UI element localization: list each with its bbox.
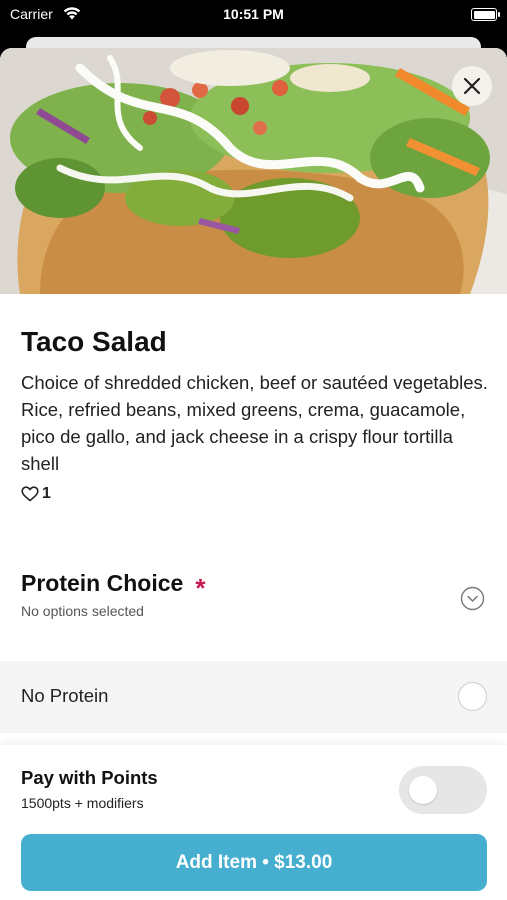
toggle-knob: [409, 776, 437, 804]
required-marker: *: [195, 572, 206, 603]
protein-choice-subtitle: No options selected: [21, 603, 144, 619]
chevron-down-circle-icon[interactable]: [460, 586, 485, 611]
status-time: 10:51 PM: [223, 6, 284, 22]
order-footer: Pay with Points 1500pts + modifiers Add …: [0, 745, 507, 900]
option-label: No Protein: [21, 685, 109, 706]
battery-icon: [471, 8, 500, 21]
pay-with-points-subtitle: 1500pts + modifiers: [21, 795, 144, 811]
status-bar: Carrier 10:51 PM: [0, 0, 507, 30]
likes-button[interactable]: 1: [21, 485, 51, 503]
taco-salad-photo: [0, 48, 507, 294]
item-description: Choice of shredded chicken, beef or saut…: [21, 372, 488, 474]
close-button[interactable]: [452, 66, 492, 106]
add-item-button[interactable]: Add Item • $13.00: [21, 834, 487, 891]
item-title: Taco Salad: [21, 326, 167, 357]
heart-icon: [21, 486, 39, 502]
close-icon: [463, 77, 481, 95]
protein-choice-header[interactable]: Protein Choice * No options selected: [21, 570, 487, 626]
pay-with-points-title: Pay with Points: [21, 767, 158, 788]
option-row-no-protein[interactable]: No Protein: [0, 661, 507, 733]
protein-choice-title: Protein Choice: [21, 570, 184, 596]
likes-count: 1: [42, 485, 51, 502]
option-radio[interactable]: [458, 682, 487, 711]
pay-with-points-toggle[interactable]: [399, 766, 487, 814]
item-detail-sheet: Taco Salad Choice of shredded chicken, b…: [0, 48, 507, 900]
